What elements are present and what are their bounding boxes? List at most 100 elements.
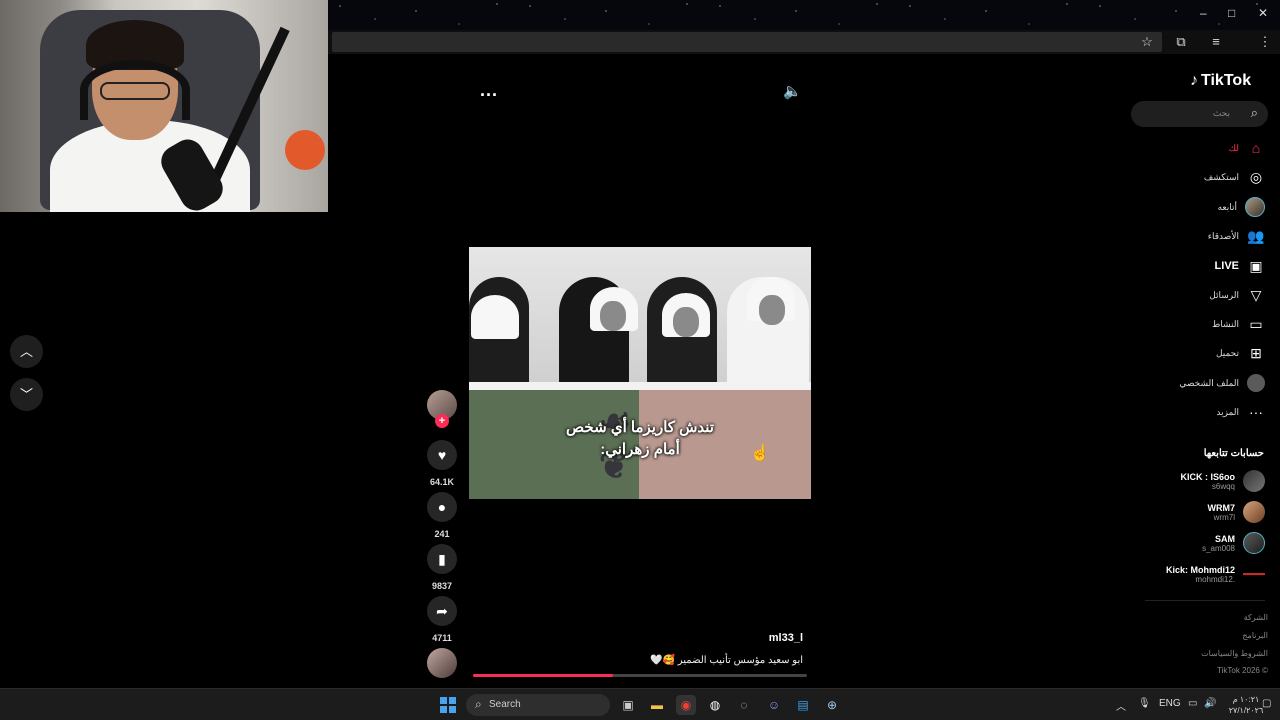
messages-icon: ▽	[1250, 287, 1262, 303]
taskbar-search-label: Search	[489, 699, 521, 710]
footer-company-link[interactable]: الشركة	[1244, 613, 1268, 622]
sidebar-item-label: النشاط	[1211, 318, 1239, 329]
compass-icon: ◎	[1249, 169, 1263, 185]
video-progress-bar[interactable]	[473, 674, 807, 677]
sound-avatar[interactable]	[427, 648, 457, 678]
sidebar-item-upload[interactable]: ⊞ تحميل	[1216, 344, 1265, 362]
caption-line-1: تندش كاريزما أي شخص	[566, 419, 714, 436]
chrome-icon[interactable]: ◉	[676, 695, 696, 715]
maximize-button[interactable]: □	[1228, 6, 1235, 20]
sidebar-item-label: لك	[1228, 142, 1239, 153]
footer-terms-link[interactable]: الشروط والسياسات	[1201, 649, 1268, 658]
next-video-button[interactable]: ﹀	[10, 378, 43, 411]
avatar	[1243, 532, 1265, 554]
like-count: 64.1K	[429, 477, 455, 487]
taskbar-clock[interactable]: ١٠:٢١ م ٢٧/١/٢٠٢٦	[1226, 694, 1266, 716]
avatar	[1243, 501, 1265, 523]
media-icon[interactable]: ≡	[1207, 33, 1225, 51]
logo-text: TikTok	[1201, 72, 1252, 89]
sidebar-item-label: الأصدقاء	[1207, 230, 1239, 241]
extensions-icon[interactable]: ⧉	[1172, 33, 1190, 51]
sidebar-item-label: الملف الشخصي	[1179, 377, 1239, 388]
friends-icon: 👥	[1247, 228, 1265, 244]
webcam-overlay	[0, 0, 328, 212]
account-name: KICK : IS6oo	[1180, 471, 1235, 482]
avatar	[1243, 470, 1265, 492]
notification-icon[interactable]: ▢	[1262, 698, 1271, 709]
steam-icon[interactable]: ⊕	[822, 695, 842, 715]
language-indicator[interactable]: ENG	[1159, 698, 1181, 709]
share-count: 4711	[432, 633, 452, 643]
tiktok-note-icon: ♪	[1190, 72, 1198, 89]
task-view-icon[interactable]: ▣	[618, 695, 638, 715]
account-name: Kick: Mohmdi12	[1165, 564, 1235, 575]
sidebar-item-label: تحميل	[1215, 347, 1239, 358]
sidebar-item-messages[interactable]: ▽ الرسائل	[1209, 286, 1265, 304]
previous-video-button[interactable]: ︿	[10, 335, 43, 368]
profile-icon	[1247, 374, 1265, 392]
comment-button[interactable]: ●	[427, 492, 457, 522]
search-input[interactable]: بحث ⌕	[1131, 101, 1268, 127]
tiktok-logo[interactable]: ♪ TikTok	[1190, 72, 1251, 90]
following-account-item[interactable]: SAM s_am008	[1202, 532, 1265, 554]
home-icon: ⌂	[1251, 140, 1261, 156]
sidebar-item-label: المزيد	[1216, 406, 1239, 417]
minimize-button[interactable]: –	[1200, 6, 1207, 20]
following-account-item[interactable]: KICK : IS6oo s6wqq	[1180, 470, 1265, 492]
following-account-item[interactable]: WRM7 wrm7l	[1208, 501, 1265, 523]
sidebar-item-activity[interactable]: ▭ النشاط	[1212, 315, 1265, 333]
sidebar-item-profile[interactable]: الملف الشخصي	[1179, 374, 1265, 392]
sidebar-item-friends[interactable]: 👥 الأصدقاء	[1208, 227, 1265, 245]
footer-copyright: © 2026 TikTok	[1217, 666, 1268, 675]
sidebar-item-label: الرسائل	[1209, 289, 1239, 300]
chevron-up-icon[interactable]: ︿	[1116, 698, 1126, 713]
video-progress-fill	[473, 674, 614, 677]
share-button[interactable]: ➦	[427, 596, 457, 626]
search-icon[interactable]: ⌕	[1251, 105, 1258, 121]
upload-icon: ⊞	[1250, 345, 1262, 361]
video-description: ابو سعيد مؤسس تأنيب الضمير 🥰🤍	[650, 655, 803, 666]
taskbar: ⌕ Search ▣ ▬ ◉ ◍ ◌ ☺ ▤ ⊕ ︿ 🎙 ENG ▭ 🔊 ١٠:…	[0, 688, 1280, 720]
photos-icon[interactable]: ▤	[793, 695, 813, 715]
sidebar-item-for-you[interactable]: ⌂ لك	[1229, 139, 1265, 157]
address-bar[interactable]	[332, 32, 1162, 52]
chevron-down-icon: ﹀	[19, 387, 33, 402]
share-icon: ➦	[436, 603, 448, 619]
discord-icon[interactable]: ☺	[764, 695, 784, 715]
video-author[interactable]: ml33_l	[700, 632, 803, 644]
browser-toolbar: ☆ ⧉ ≡ ⋮	[328, 30, 1280, 54]
menu-icon[interactable]: ⋮	[1256, 33, 1274, 51]
save-button[interactable]: ▮	[427, 544, 457, 574]
account-handle: mohmdi12.	[1195, 574, 1235, 584]
star-icon[interactable]: ☆	[1138, 33, 1156, 51]
clock-time: ١٠:٢١ م	[1232, 695, 1260, 704]
window-titlebar	[328, 0, 1280, 30]
account-handle: s6wqq	[1211, 481, 1235, 491]
footer-program-link[interactable]: البرنامج	[1242, 631, 1268, 640]
obs-icon[interactable]: ◍	[705, 695, 725, 715]
file-explorer-icon[interactable]: ▬	[647, 695, 667, 715]
volume-icon[interactable]: 🔊	[1204, 698, 1216, 709]
windows-start-button[interactable]	[440, 697, 456, 713]
activity-icon: ▭	[1249, 316, 1263, 332]
close-button[interactable]: ✕	[1258, 6, 1268, 20]
sidebar-divider	[1145, 600, 1265, 601]
video-more-button[interactable]: ...	[480, 80, 498, 101]
taskbar-search[interactable]: ⌕ Search	[466, 694, 610, 716]
sidebar-item-live[interactable]: ▣ LIVE	[1215, 257, 1265, 275]
microphone-icon[interactable]: 🎙	[1138, 698, 1151, 709]
following-account-item[interactable]: Kick: Mohmdi12 mohmdi12.	[1166, 563, 1265, 585]
sidebar-item-following[interactable]: أتابعه	[1218, 197, 1265, 217]
live-icon: ▣	[1249, 258, 1263, 274]
search-placeholder: بحث	[1212, 108, 1230, 118]
volume-icon[interactable]: 🔈	[783, 82, 802, 100]
sidebar-item-more[interactable]: ··· المزيد	[1216, 403, 1265, 421]
account-handle: wrm7l	[1213, 512, 1235, 522]
like-button[interactable]: ♥	[427, 440, 457, 470]
account-handle: s_am008	[1202, 543, 1235, 553]
sidebar-item-explore[interactable]: ◎ استكشف	[1204, 168, 1265, 186]
follow-plus-icon[interactable]: +	[435, 414, 449, 428]
app-icon[interactable]: ◌	[734, 695, 754, 715]
comment-icon: ●	[437, 499, 447, 515]
display-icon[interactable]: ▭	[1188, 698, 1197, 709]
